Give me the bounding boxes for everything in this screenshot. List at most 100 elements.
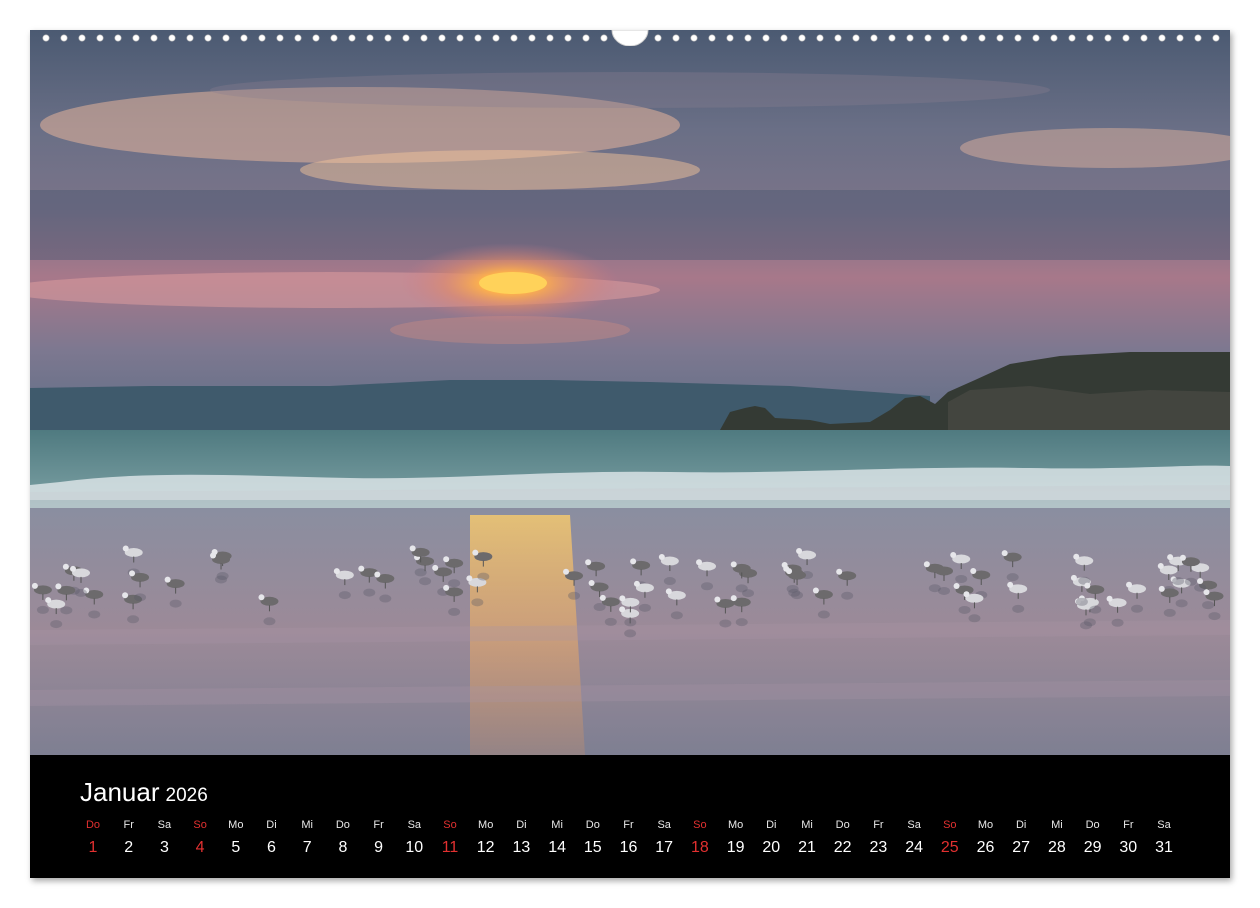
seagull-reflection — [471, 598, 484, 607]
weekday-label: Do — [335, 819, 350, 831]
seagull-reflection — [719, 619, 732, 628]
seagull-head — [796, 548, 803, 555]
weekday-label: So — [943, 819, 957, 831]
date-number: 5 — [231, 839, 241, 856]
date-number: 2 — [124, 839, 134, 856]
seagull-reflection — [568, 591, 581, 600]
seagull-head — [950, 552, 957, 559]
date-number: 3 — [159, 839, 169, 856]
seagull-reflection — [419, 577, 432, 586]
seagull-reflection — [215, 575, 228, 584]
weekday-label: Di — [1015, 819, 1027, 831]
seagull-reflection — [1172, 577, 1185, 586]
date-number: 20 — [762, 839, 781, 856]
seagull-reflection — [36, 605, 49, 614]
date-number: 12 — [476, 839, 495, 856]
seagull-head — [1106, 595, 1113, 602]
date-number: 10 — [405, 839, 424, 856]
seagull-reflection — [791, 591, 804, 600]
weekday-label: Sa — [657, 819, 671, 831]
seagull-reflection — [928, 584, 941, 593]
seagull-head — [599, 594, 606, 601]
seagull-reflection — [593, 603, 606, 612]
seagull-reflection — [379, 594, 392, 603]
weekday-label: So — [193, 819, 207, 831]
seagull-head — [563, 568, 570, 575]
seagull-head — [374, 571, 381, 578]
seagull-reflection — [1006, 573, 1019, 582]
date-number: 4 — [195, 839, 205, 856]
weekday-label: So — [693, 819, 707, 831]
seagull-head — [358, 565, 365, 572]
date-number: 14 — [548, 839, 566, 856]
weekday-label: Di — [266, 819, 277, 831]
date-number: 18 — [690, 839, 709, 856]
seagull-head — [619, 606, 626, 613]
weekday-label: Do — [585, 819, 600, 831]
weekday-label: Do — [1085, 819, 1100, 831]
month-title: Januar 2026 — [80, 777, 208, 808]
seagull-head — [1070, 574, 1077, 581]
seagull-reflection — [841, 591, 854, 600]
weekday-label: Sa — [907, 819, 921, 831]
seagull-head — [333, 568, 340, 575]
date-number: 21 — [798, 839, 816, 856]
seagull-head — [786, 568, 793, 575]
seagull-head — [630, 558, 637, 565]
seagull-reflection — [1111, 618, 1124, 627]
date-number: 23 — [869, 839, 888, 856]
seagull-reflection — [1131, 604, 1144, 613]
seagull-head — [714, 596, 721, 603]
date-number: 13 — [512, 839, 531, 856]
seagull-head — [953, 582, 960, 589]
seagull-reflection — [968, 614, 981, 623]
seagull-reflection — [701, 582, 714, 591]
seagull-reflection — [1163, 608, 1176, 617]
seagull-reflection — [1075, 597, 1088, 606]
seagull-head — [210, 552, 217, 559]
seagull-head — [164, 576, 171, 583]
month-year: 2026 — [165, 785, 208, 806]
seagull-head — [70, 565, 77, 572]
seagull-head — [696, 559, 703, 566]
seagull-reflection — [670, 611, 683, 620]
date-number: 27 — [1012, 839, 1031, 856]
weekday-label: Mi — [551, 819, 563, 831]
seagull-reflection — [134, 593, 147, 602]
date-number: 26 — [976, 839, 995, 856]
seagull-head — [812, 587, 819, 594]
month-name: Januar — [80, 777, 160, 807]
weekday-label: Mi — [801, 819, 813, 831]
date-number: 24 — [905, 839, 923, 856]
weekday-label: Mo — [228, 819, 244, 831]
seagull-head — [619, 595, 626, 602]
weekday-label: Sa — [157, 819, 172, 831]
weekday-label: Di — [766, 819, 777, 831]
seagull-head — [658, 554, 665, 561]
seagull-reflection — [955, 575, 968, 584]
seagull-head — [1001, 550, 1008, 557]
seagull-head — [1157, 563, 1164, 570]
seagull-head — [443, 556, 450, 563]
calendar-photo — [30, 30, 1230, 755]
seagull-head — [923, 561, 930, 568]
weekday-label: Fr — [623, 819, 634, 831]
seagull-reflection — [60, 606, 73, 615]
seagull-reflection — [448, 579, 461, 588]
seagull-reflection — [663, 577, 676, 586]
seagull-reflection — [1184, 577, 1197, 586]
weekday-label: Mo — [478, 819, 494, 831]
calendar-bar: Januar 2026 Do Fr Sa So Mo Di Mi Do Fr Sa So Mo Di Mi D… — [30, 755, 1230, 878]
date-number: 17 — [655, 839, 674, 856]
seagull-head — [1073, 553, 1080, 560]
weekday-label: Do — [835, 819, 850, 831]
seagull-reflection — [624, 618, 637, 627]
date-number: 6 — [267, 839, 276, 856]
weekday-label: Fr — [873, 819, 884, 831]
seagull-head — [122, 592, 129, 599]
weekday-label: Fr — [1123, 819, 1134, 831]
seagull-reflection — [448, 607, 461, 616]
weekday-label: Mo — [977, 819, 994, 831]
seagull-head — [466, 575, 473, 582]
date-number: 22 — [833, 839, 852, 856]
